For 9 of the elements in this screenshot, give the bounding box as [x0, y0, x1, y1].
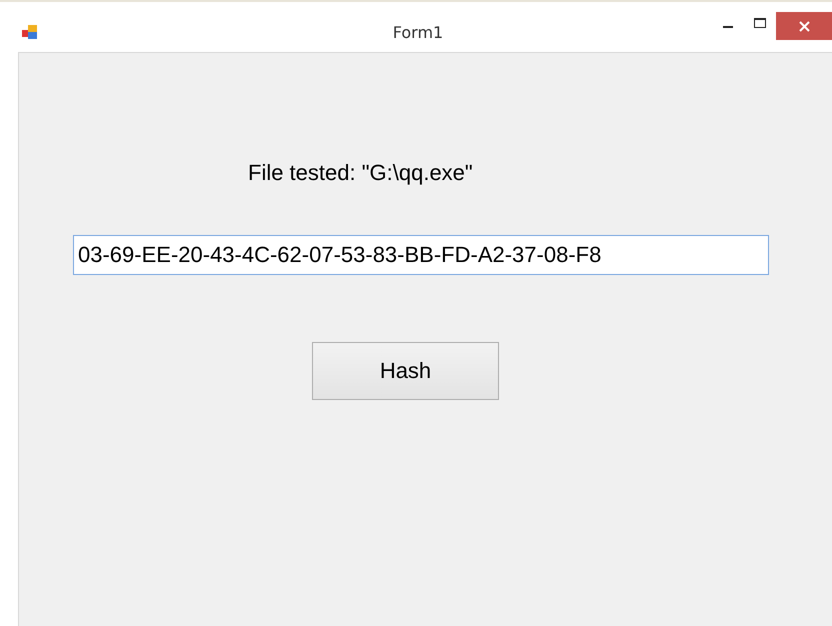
- hash-button[interactable]: Hash: [312, 342, 499, 400]
- window-title: Form1: [392, 22, 444, 42]
- close-button[interactable]: [776, 12, 832, 40]
- maximize-icon: [754, 18, 766, 28]
- hash-field[interactable]: 03-69-EE-20-43-4C-62-07-53-83-BB-FD-A2-37-08-F8: [73, 235, 769, 275]
- file-label: File tested: "G:\qq.exe": [248, 160, 474, 186]
- app-icon: [22, 24, 38, 40]
- close-icon: [798, 20, 810, 32]
- minimize-icon: [723, 26, 733, 28]
